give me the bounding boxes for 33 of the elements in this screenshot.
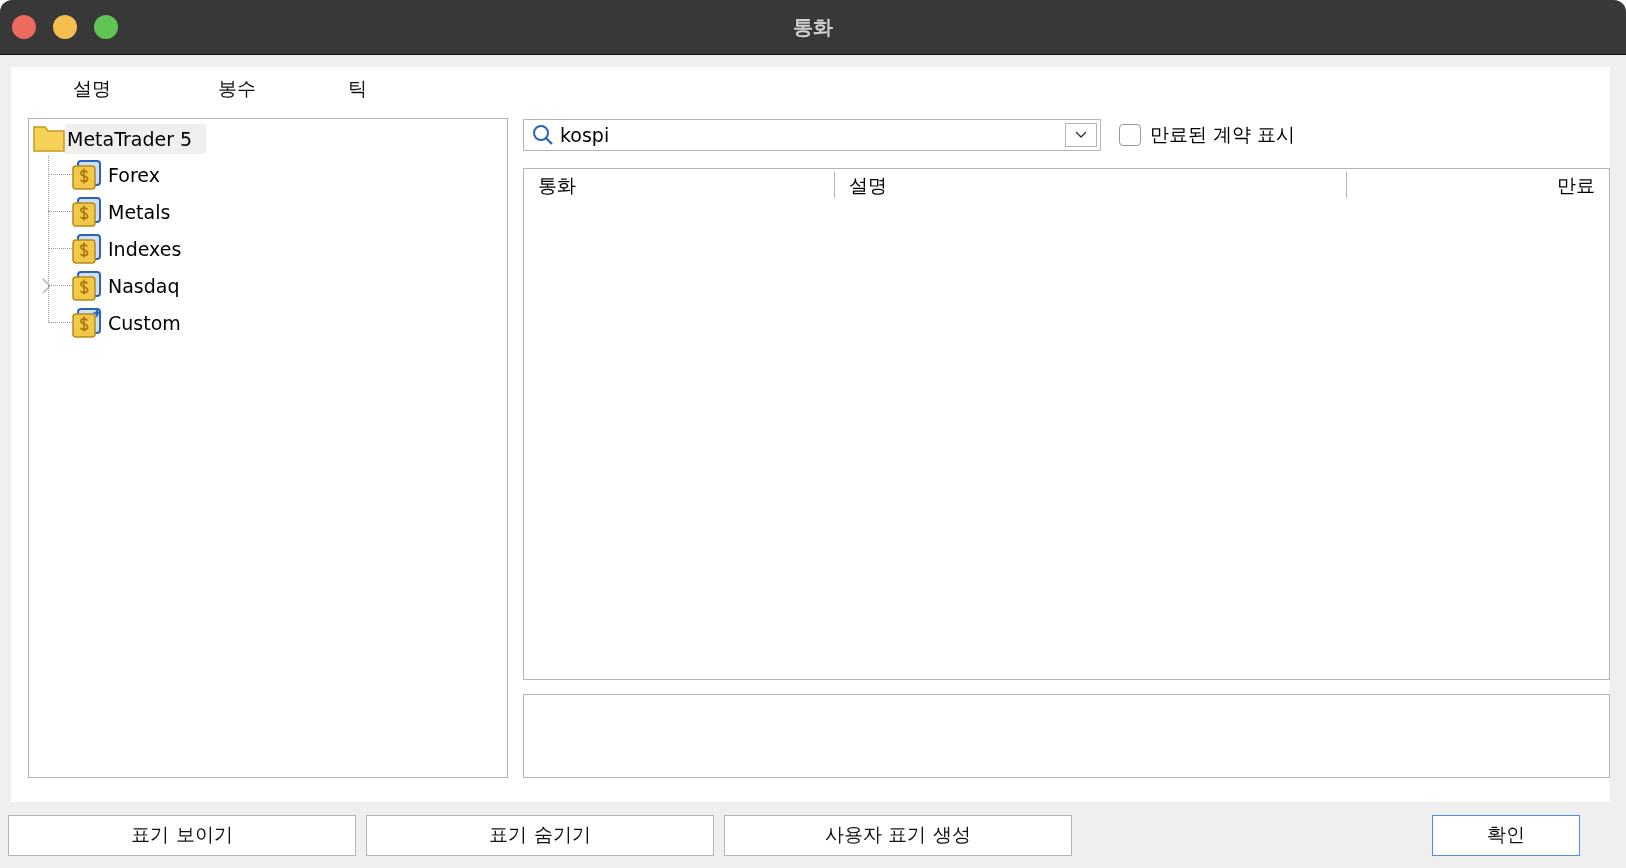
symbols-icon <box>72 270 102 301</box>
window-title: 통화 <box>792 13 834 41</box>
chevron-icon[interactable] <box>42 278 52 294</box>
tree-item[interactable]: Forex <box>105 161 163 188</box>
tree-item[interactable]: Nasdaq <box>105 272 183 299</box>
symbols-icon <box>72 196 102 227</box>
column-header[interactable]: 설명 <box>834 172 1346 198</box>
tree-item[interactable]: MetaTrader 5 <box>65 124 207 154</box>
dialog-button[interactable]: 확인 <box>1432 814 1580 856</box>
chevron-down-icon <box>1075 131 1087 139</box>
column-header[interactable]: 통화 <box>524 172 834 198</box>
folder-icon <box>33 126 65 152</box>
column-header[interactable]: 만료 <box>1346 172 1609 198</box>
tab[interactable]: 봉수 <box>218 76 348 102</box>
symbols-icon <box>72 159 102 190</box>
search-field[interactable]: kospi <box>523 119 1101 151</box>
search-icon <box>532 124 554 146</box>
dialog-button[interactable]: 표기 숨기기 <box>366 814 714 856</box>
symbols-icon <box>72 233 102 264</box>
tree-item[interactable]: Metals <box>105 198 174 225</box>
custom-symbols-icon <box>72 307 102 338</box>
minimize-button[interactable] <box>53 15 77 39</box>
dialog-button[interactable]: 사용자 표기 생성 <box>724 814 1072 856</box>
checkbox-label: 만료된 계약 표시 <box>1150 122 1296 147</box>
close-button[interactable] <box>12 15 36 39</box>
checkbox[interactable] <box>1119 124 1141 146</box>
dialog-button[interactable]: 표기 보이기 <box>8 814 356 856</box>
tab[interactable]: 설명 <box>73 76 218 102</box>
maximize-button[interactable] <box>94 15 118 39</box>
tree-item[interactable]: Custom <box>105 309 184 336</box>
tab[interactable]: 틱 <box>348 76 408 102</box>
dropdown-button[interactable] <box>1065 123 1097 147</box>
tree-item[interactable]: Indexes <box>105 235 185 262</box>
